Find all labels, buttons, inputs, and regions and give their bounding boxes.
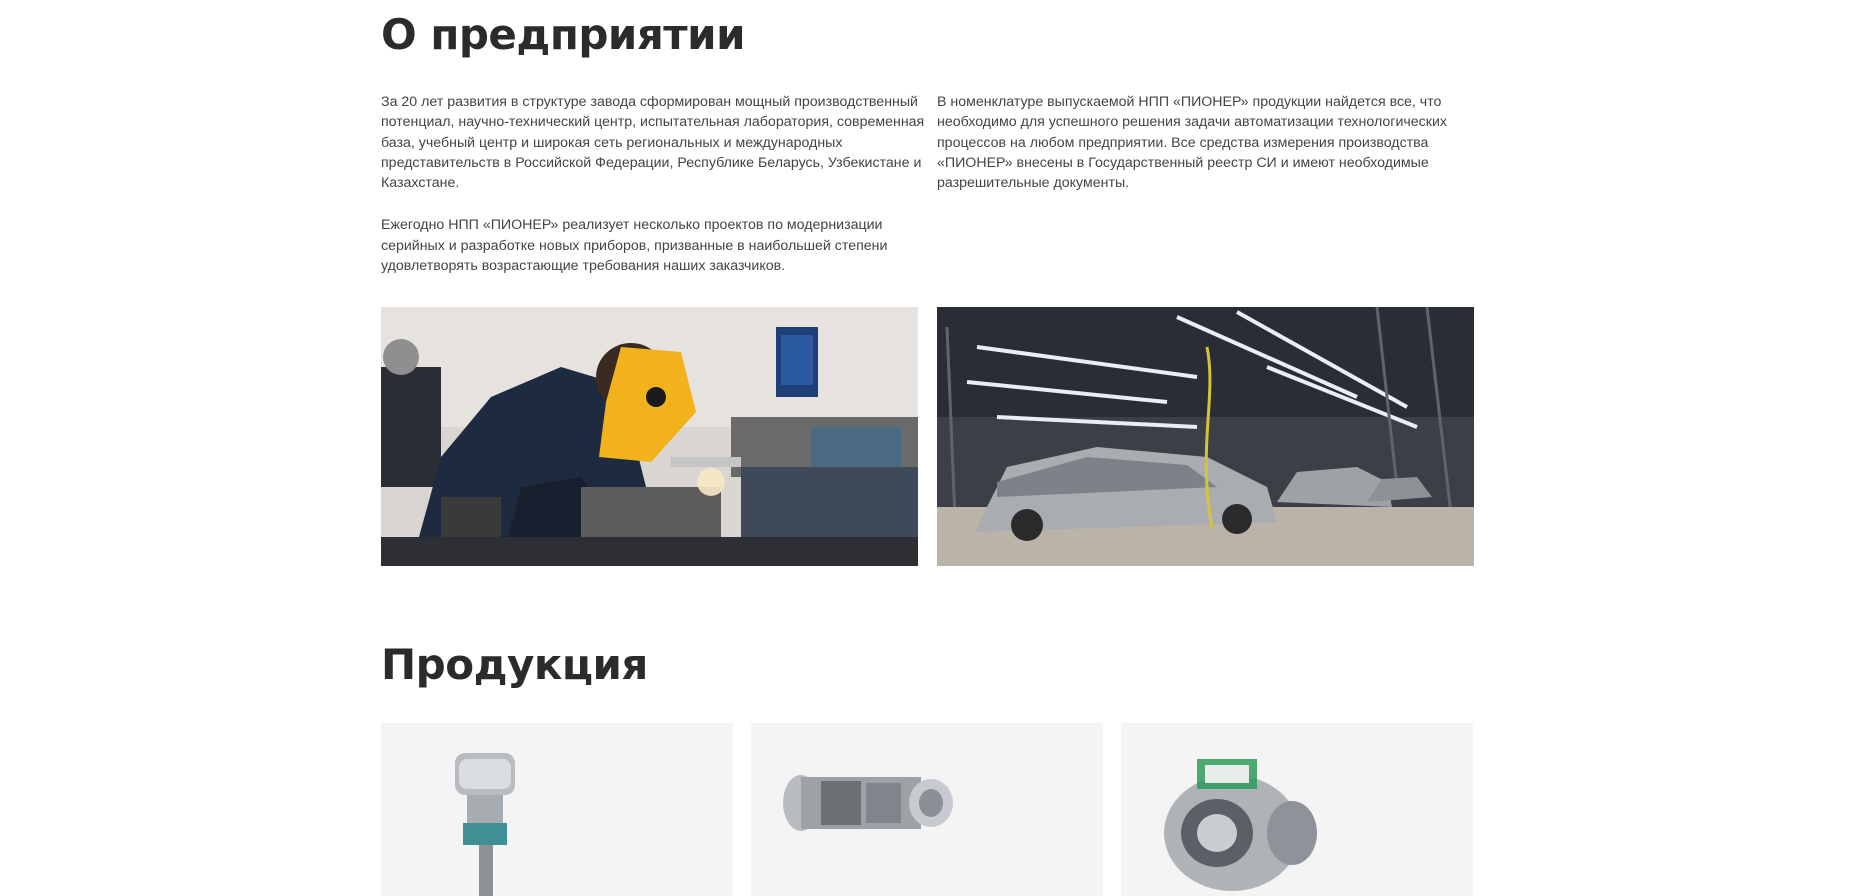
product-card-1[interactable] bbox=[381, 723, 733, 896]
car-assembly-line-photo bbox=[937, 307, 1474, 566]
product-card-2[interactable] bbox=[751, 723, 1103, 896]
about-section-title: О предприятии bbox=[381, 10, 746, 59]
welder-workshop-photo bbox=[381, 307, 918, 566]
level-sensor-image bbox=[455, 753, 515, 896]
about-paragraph-2: Ежегодно НПП «ПИОНЕР» реализует нескольк… bbox=[381, 217, 888, 275]
turbocharger-image bbox=[1164, 759, 1317, 891]
product-card-3[interactable] bbox=[1121, 723, 1473, 896]
products-section-title: Продукция bbox=[381, 640, 648, 689]
about-right-column: В номенклатуре выпускаемой НПП «ПИОНЕР» … bbox=[937, 92, 1457, 215]
about-paragraph-3: В номенклатуре выпускаемой НПП «ПИОНЕР» … bbox=[937, 94, 1447, 192]
about-paragraph-1: За 20 лет развития в структуре завода сф… bbox=[381, 94, 925, 192]
gas-turbine-image bbox=[783, 775, 953, 831]
about-left-column: За 20 лет развития в структуре завода сф… bbox=[381, 92, 926, 298]
